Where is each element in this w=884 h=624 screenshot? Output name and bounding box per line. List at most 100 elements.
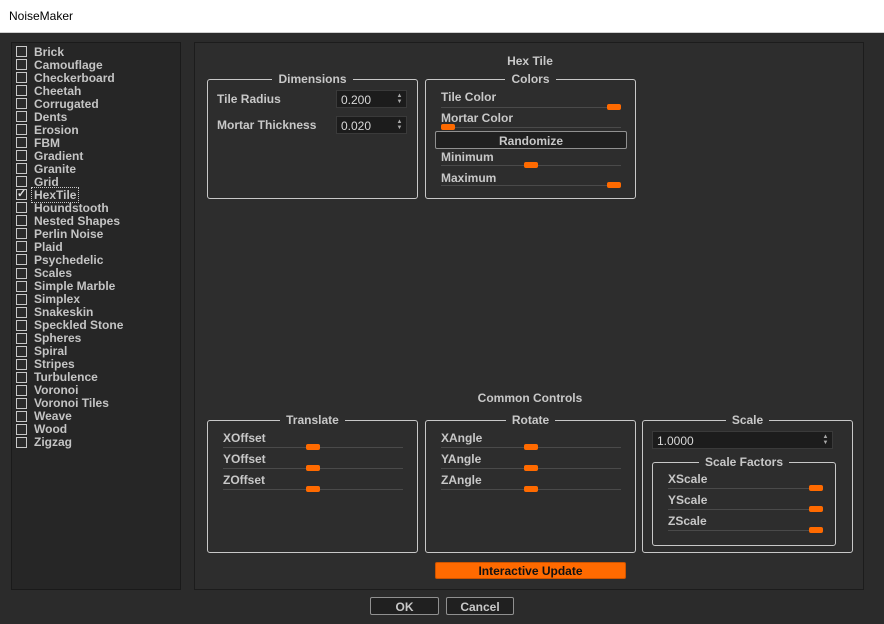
list-item[interactable]: Cheetah xyxy=(16,84,81,98)
ok-button[interactable]: OK xyxy=(370,597,439,615)
checkbox[interactable] xyxy=(16,267,27,279)
scale-spinbox[interactable]: 1.0000 ▲ ▼ xyxy=(652,431,833,449)
minimum-slider[interactable] xyxy=(441,162,621,168)
cancel-button[interactable]: Cancel xyxy=(446,597,514,615)
slider-handle[interactable] xyxy=(524,486,538,492)
mortar-thickness-spinbox[interactable]: 0.020 ▲ ▼ xyxy=(336,116,407,134)
checkbox[interactable] xyxy=(16,59,27,71)
maximum-slider[interactable] xyxy=(441,182,621,188)
checkbox[interactable] xyxy=(16,228,27,240)
list-item[interactable]: Scales xyxy=(16,266,72,280)
list-item[interactable]: HexTile xyxy=(16,186,80,203)
checkbox[interactable] xyxy=(16,137,27,149)
list-item[interactable]: Granite xyxy=(16,162,76,176)
spin-arrows-icon[interactable]: ▲ ▼ xyxy=(821,434,830,447)
checkbox[interactable] xyxy=(16,46,27,57)
checkbox[interactable] xyxy=(16,332,27,344)
checkbox[interactable] xyxy=(16,85,27,97)
checkbox[interactable] xyxy=(16,410,27,422)
list-item[interactable]: Turbulence xyxy=(16,370,98,384)
slider-handle[interactable] xyxy=(809,527,823,533)
yscale-slider[interactable] xyxy=(668,506,823,512)
list-item[interactable]: FBM xyxy=(16,136,60,150)
slider-handle[interactable] xyxy=(524,162,538,168)
yoffset-slider[interactable] xyxy=(223,465,403,471)
translate-group: Translate XOffset YOffset ZOffset xyxy=(207,413,418,553)
slider-handle[interactable] xyxy=(441,124,455,130)
checkbox[interactable] xyxy=(16,241,27,253)
settings-panel: Hex Tile Dimensions Tile Radius 0.200 ▲ ▼… xyxy=(194,42,864,590)
xscale-slider[interactable] xyxy=(668,485,823,491)
list-item[interactable]: Dents xyxy=(16,110,67,124)
checkbox[interactable] xyxy=(16,72,27,84)
list-item[interactable]: Camouflage xyxy=(16,58,103,72)
zangle-slider[interactable] xyxy=(441,486,621,492)
xangle-slider[interactable] xyxy=(441,444,621,450)
tile-color-slider[interactable] xyxy=(441,104,621,110)
checkbox[interactable] xyxy=(16,319,27,331)
slider-handle[interactable] xyxy=(524,444,538,450)
list-item[interactable]: Gradient xyxy=(16,149,83,163)
list-item[interactable]: Houndstooth xyxy=(16,201,109,215)
list-item[interactable]: Wood xyxy=(16,422,67,436)
checkbox[interactable] xyxy=(16,163,27,175)
list-item[interactable]: Erosion xyxy=(16,123,79,137)
list-item[interactable]: Voronoi xyxy=(16,383,78,397)
randomize-button[interactable]: Randomize xyxy=(435,131,627,149)
list-item[interactable]: Corrugated xyxy=(16,97,99,111)
checkbox[interactable] xyxy=(16,124,27,136)
list-item[interactable]: Simplex xyxy=(16,292,80,306)
checkbox[interactable] xyxy=(16,111,27,123)
slider-handle[interactable] xyxy=(607,104,621,110)
slider-handle[interactable] xyxy=(809,506,823,512)
list-item[interactable]: Weave xyxy=(16,409,72,423)
checkbox[interactable] xyxy=(16,215,27,227)
list-item[interactable]: Snakeskin xyxy=(16,305,93,319)
checkbox[interactable] xyxy=(16,358,27,370)
list-item[interactable]: Checkerboard xyxy=(16,71,115,85)
slider-handle[interactable] xyxy=(607,182,621,188)
zscale-slider[interactable] xyxy=(668,527,823,533)
list-item[interactable]: Nested Shapes xyxy=(16,214,120,228)
checkbox[interactable] xyxy=(16,293,27,305)
checkbox[interactable] xyxy=(16,202,27,214)
list-item[interactable]: Spheres xyxy=(16,331,81,345)
mortar-color-slider[interactable] xyxy=(441,124,621,130)
list-item[interactable]: Zigzag xyxy=(16,435,72,449)
checkbox[interactable] xyxy=(16,423,27,435)
list-item[interactable]: Speckled Stone xyxy=(16,318,123,332)
checkbox[interactable] xyxy=(16,397,27,409)
checkbox[interactable] xyxy=(16,436,27,448)
list-item[interactable]: Perlin Noise xyxy=(16,227,103,241)
list-item[interactable]: Spiral xyxy=(16,344,67,358)
checkbox[interactable] xyxy=(16,306,27,318)
list-item[interactable]: Stripes xyxy=(16,357,75,371)
list-item[interactable]: Brick xyxy=(16,45,64,59)
list-item[interactable]: Voronoi Tiles xyxy=(16,396,109,410)
checkbox[interactable] xyxy=(16,345,27,357)
checkbox[interactable] xyxy=(16,254,27,266)
slider-handle[interactable] xyxy=(306,486,320,492)
checkbox[interactable] xyxy=(16,176,27,188)
interactive-update-button[interactable]: Interactive Update xyxy=(435,562,626,579)
slider-handle[interactable] xyxy=(524,465,538,471)
slider-handle[interactable] xyxy=(306,444,320,450)
checkbox[interactable] xyxy=(16,187,27,201)
yangle-slider[interactable] xyxy=(441,465,621,471)
checkbox[interactable] xyxy=(16,150,27,162)
checkbox[interactable] xyxy=(16,98,27,110)
xoffset-slider[interactable] xyxy=(223,444,403,450)
zoffset-slider[interactable] xyxy=(223,486,403,492)
noise-list[interactable]: Brick Camouflage Checkerboard Cheetah Corrug… xyxy=(11,42,181,590)
checkbox[interactable] xyxy=(16,371,27,383)
checkbox[interactable] xyxy=(16,280,27,292)
list-item[interactable]: Simple Marble xyxy=(16,279,115,293)
spin-arrows-icon[interactable]: ▲ ▼ xyxy=(395,119,404,132)
tile-radius-spinbox[interactable]: 0.200 ▲ ▼ xyxy=(336,90,407,108)
list-item[interactable]: Plaid xyxy=(16,240,63,254)
slider-handle[interactable] xyxy=(306,465,320,471)
spin-arrows-icon[interactable]: ▲ ▼ xyxy=(395,93,404,106)
list-item[interactable]: Psychedelic xyxy=(16,253,103,267)
checkbox[interactable] xyxy=(16,384,27,396)
slider-handle[interactable] xyxy=(809,485,823,491)
